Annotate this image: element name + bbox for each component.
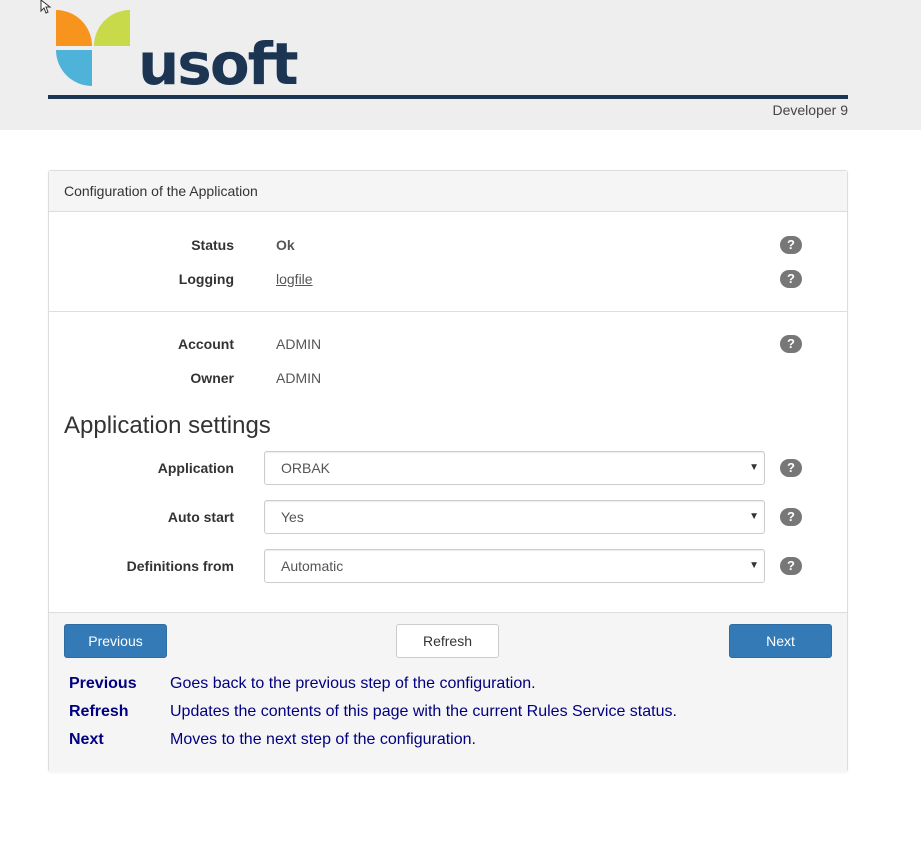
help-key: Next	[69, 731, 104, 748]
panel-footer: Previous Refresh Next Previous Goes back…	[49, 612, 847, 772]
account-row: Account ADMIN ?	[49, 332, 847, 356]
auto-start-row: Auto start Yes ▼ ?	[49, 500, 847, 534]
version-label: Developer 9	[772, 102, 849, 118]
owner-label: Owner	[190, 370, 234, 386]
help-desc: Goes back to the previous step of the co…	[170, 675, 536, 692]
refresh-button[interactable]: Refresh	[396, 624, 499, 658]
auto-start-help-icon[interactable]: ?	[780, 508, 802, 526]
help-desc: Moves to the next step of the configurat…	[170, 731, 476, 748]
next-button[interactable]: Next	[729, 624, 832, 658]
chevron-down-icon: ▼	[749, 511, 759, 522]
help-key: Refresh	[69, 703, 129, 720]
help-desc: Updates the contents of this page with t…	[170, 703, 677, 720]
usoft-logo: usoft	[54, 10, 299, 96]
definitions-label: Definitions from	[126, 558, 234, 574]
section-divider	[49, 311, 847, 312]
account-label: Account	[178, 336, 234, 352]
logo-leaf-icon	[56, 10, 130, 86]
application-label: Application	[157, 460, 234, 476]
logging-row: Logging logfile ?	[49, 267, 847, 291]
auto-start-select-value: Yes	[281, 509, 304, 525]
logging-help-icon[interactable]: ?	[780, 270, 802, 288]
logging-label: Logging	[178, 271, 234, 287]
auto-start-label: Auto start	[167, 509, 234, 525]
status-label: Status	[191, 237, 234, 253]
page-header: usoft Developer 9	[0, 0, 921, 130]
chevron-down-icon: ▼	[749, 462, 759, 473]
auto-start-select[interactable]: Yes ▼	[264, 500, 765, 534]
account-help-icon[interactable]: ?	[780, 335, 802, 353]
application-select[interactable]: ORBAK ▼	[264, 451, 765, 485]
application-select-value: ORBAK	[281, 460, 331, 476]
logfile-link[interactable]: logfile	[276, 267, 313, 291]
configuration-panel: Configuration of the Application Status …	[48, 170, 848, 772]
definitions-row: Definitions from Automatic ▼ ?	[49, 549, 847, 583]
application-help-icon[interactable]: ?	[780, 459, 802, 477]
owner-value: ADMIN	[276, 370, 322, 386]
header-divider	[48, 95, 848, 99]
status-row: Status Ok ?	[49, 233, 847, 257]
mouse-cursor-icon	[40, 0, 52, 14]
help-key: Previous	[69, 675, 137, 692]
application-row: Application ORBAK ▼ ?	[49, 451, 847, 485]
chevron-down-icon: ▼	[749, 560, 759, 571]
logo-wordmark: usoft	[138, 30, 299, 98]
owner-row: Owner ADMIN	[49, 366, 847, 390]
status-help-icon[interactable]: ?	[780, 236, 802, 254]
definitions-help-icon[interactable]: ?	[780, 557, 802, 575]
status-value: Ok	[276, 237, 295, 253]
definitions-select-value: Automatic	[281, 558, 344, 574]
account-value: ADMIN	[276, 336, 322, 352]
panel-title: Configuration of the Application	[49, 171, 847, 212]
application-settings-heading: Application settings	[64, 412, 271, 439]
definitions-select[interactable]: Automatic ▼	[264, 549, 765, 583]
previous-button[interactable]: Previous	[64, 624, 167, 658]
